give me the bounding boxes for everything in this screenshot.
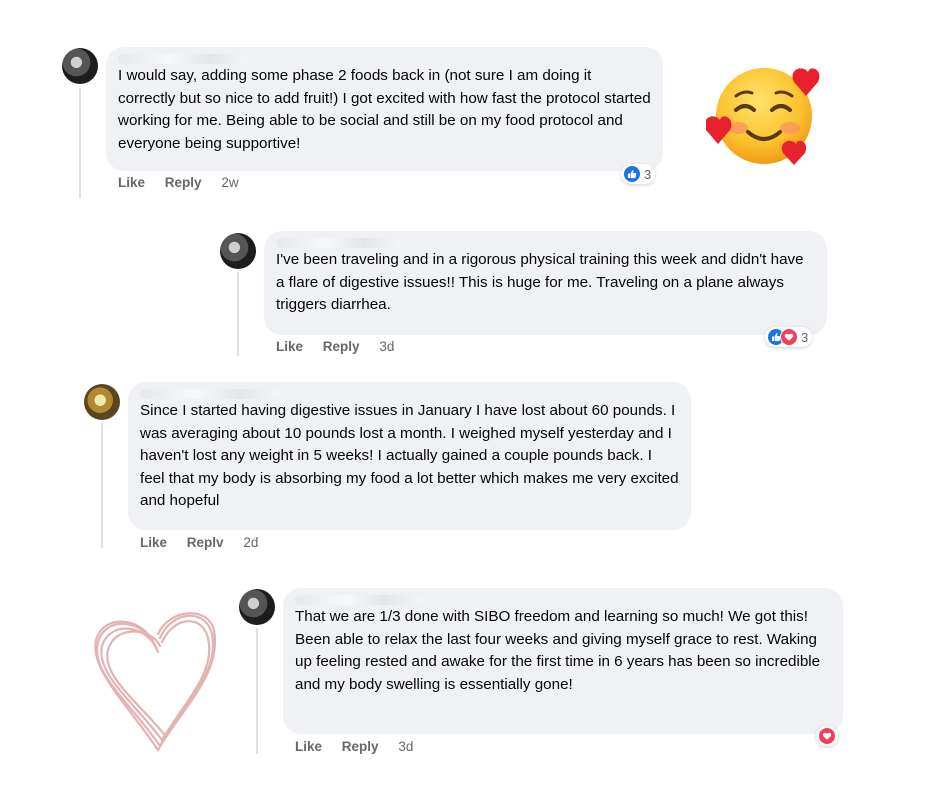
comment-bubble: I would say, adding some phase 2 foods b… bbox=[106, 47, 663, 171]
comment-actions: Like Reply 3d bbox=[276, 339, 410, 354]
like-button[interactable]: Like bbox=[295, 739, 322, 754]
avatar[interactable] bbox=[220, 233, 256, 269]
comment-actions: Like Replv 2d bbox=[140, 535, 274, 550]
reply-button[interactable]: Replv bbox=[187, 535, 224, 550]
timestamp[interactable]: 2d bbox=[243, 535, 258, 550]
avatar[interactable] bbox=[84, 384, 120, 420]
comment-actions: Like Reply 3d bbox=[295, 739, 429, 754]
reaction-summary[interactable]: 3 bbox=[621, 164, 656, 184]
commenter-name[interactable] bbox=[118, 54, 248, 64]
thread-line bbox=[79, 88, 81, 198]
comment-text: I've been traveling and in a rigorous ph… bbox=[276, 251, 804, 314]
commenter-name[interactable] bbox=[140, 389, 280, 399]
timestamp[interactable]: 3d bbox=[379, 339, 394, 354]
comment-actions: Like Reply 2w bbox=[118, 175, 255, 190]
thread-line bbox=[256, 628, 258, 754]
avatar[interactable] bbox=[239, 589, 275, 625]
commenter-name[interactable] bbox=[276, 238, 401, 248]
reaction-summary[interactable]: 3 bbox=[765, 327, 813, 347]
avatar[interactable] bbox=[62, 48, 98, 84]
reaction-summary[interactable] bbox=[816, 726, 838, 746]
reply-button[interactable]: Reply bbox=[165, 175, 202, 190]
comment-bubble: Since I started having digestive issues … bbox=[128, 382, 691, 530]
reaction-count: 3 bbox=[644, 166, 652, 182]
comment-bubble: I've been traveling and in a rigorous ph… bbox=[264, 231, 827, 335]
comment-text: Since I started having digestive issues … bbox=[140, 402, 679, 510]
comment-bubble: That we are 1/3 done with SIBO freedom a… bbox=[283, 588, 843, 734]
thumbs-up-icon bbox=[623, 165, 641, 183]
heart-icon bbox=[818, 727, 836, 745]
heart-icon bbox=[780, 328, 798, 346]
like-button[interactable]: Like bbox=[140, 535, 167, 550]
timestamp[interactable]: 3d bbox=[398, 739, 413, 754]
thread-line bbox=[101, 423, 103, 548]
smiling-face-with-hearts-icon bbox=[704, 58, 836, 178]
thread-line bbox=[237, 272, 239, 356]
reply-button[interactable]: Reply bbox=[342, 739, 379, 754]
commenter-name[interactable] bbox=[295, 595, 423, 605]
comment-text: That we are 1/3 done with SIBO freedom a… bbox=[295, 608, 821, 693]
comment-text: I would say, adding some phase 2 foods b… bbox=[118, 67, 651, 152]
like-button[interactable]: Like bbox=[276, 339, 303, 354]
like-button[interactable]: Like bbox=[118, 175, 145, 190]
hand-drawn-heart-icon bbox=[88, 600, 228, 755]
reaction-count: 3 bbox=[801, 329, 809, 345]
reply-button[interactable]: Reply bbox=[323, 339, 360, 354]
timestamp[interactable]: 2w bbox=[221, 175, 238, 190]
